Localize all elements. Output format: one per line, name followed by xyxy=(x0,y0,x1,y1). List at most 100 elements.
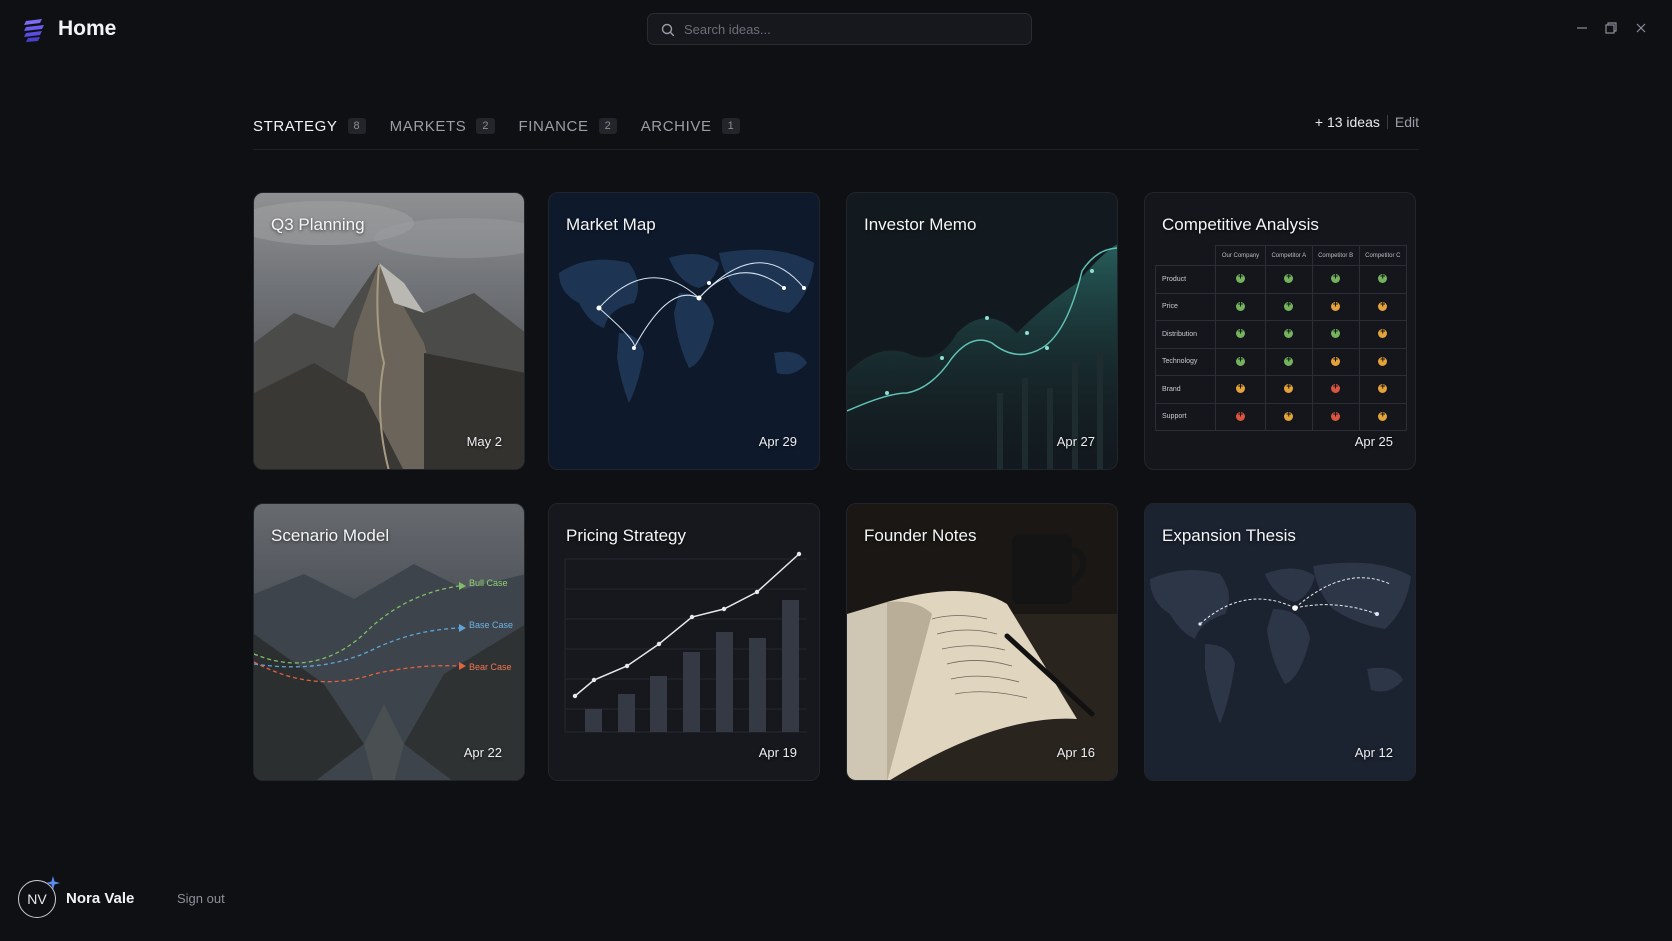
rating-fair-icon xyxy=(1378,326,1388,339)
table-row: Brand xyxy=(1155,375,1408,404)
table-cell xyxy=(1214,292,1267,321)
table-row: Price xyxy=(1155,292,1408,321)
table-row-label: Support xyxy=(1155,402,1216,431)
rating-good-icon xyxy=(1331,326,1341,339)
idea-card-pricing-strategy[interactable]: Pricing Strategy Apr 19 xyxy=(548,503,820,781)
table-row: Product xyxy=(1155,265,1408,294)
card-title: Scenario Model xyxy=(271,526,390,545)
tab-count-badge: 2 xyxy=(598,118,617,134)
tab-count-badge: 8 xyxy=(347,118,366,134)
table-corner xyxy=(1156,246,1216,266)
restore-icon[interactable] xyxy=(1603,20,1619,36)
rating-good-icon xyxy=(1236,299,1246,311)
category-tabs: STRATEGY 8 MARKETS 2 FINANCE 2 ARCHIVE 1 xyxy=(253,112,764,140)
idea-card-investor-memo[interactable]: Investor Memo Apr 27 xyxy=(846,192,1118,470)
rating-poor-icon xyxy=(1236,409,1246,421)
table-cell xyxy=(1265,320,1313,349)
table-cell xyxy=(1214,347,1267,376)
rating-good-icon xyxy=(1331,271,1341,284)
table-cell xyxy=(1311,292,1360,321)
tab-label: ARCHIVE xyxy=(640,117,712,135)
table-row-label: Technology xyxy=(1155,347,1216,376)
tab-count-badge: 2 xyxy=(476,118,495,134)
tab-count-badge: 1 xyxy=(721,118,740,134)
table-cell xyxy=(1311,265,1360,294)
table-cell xyxy=(1214,375,1267,404)
table-row-label: Distribution xyxy=(1155,320,1216,349)
rating-good-icon xyxy=(1284,299,1294,311)
table-row: Technology xyxy=(1155,347,1408,376)
table-column-header: Competitor C xyxy=(1358,245,1408,266)
rating-good-icon xyxy=(1236,326,1246,339)
edit-button[interactable]: Edit xyxy=(1395,114,1419,130)
minimize-icon[interactable] xyxy=(1574,20,1590,36)
card-title: Investor Memo xyxy=(864,215,977,234)
table-cell xyxy=(1358,347,1408,376)
idea-card-scenario-model[interactable]: Bull Case Base Case Bear Case Scenario M… xyxy=(253,503,525,781)
rating-fair-icon xyxy=(1331,354,1341,366)
rating-good-icon xyxy=(1378,271,1388,284)
table-cell xyxy=(1311,347,1360,376)
table-cell xyxy=(1358,265,1408,294)
close-icon[interactable] xyxy=(1633,20,1649,36)
idea-card-expansion-thesis[interactable]: Expansion Thesis Apr 12 xyxy=(1144,503,1416,781)
toolbar-separator xyxy=(1386,115,1388,129)
add-ideas-button[interactable]: + 13 ideas xyxy=(1315,114,1380,130)
table-cell xyxy=(1358,320,1408,349)
rating-good-icon xyxy=(1284,326,1294,339)
idea-card-q3-planning[interactable]: Q3 Planning May 2 xyxy=(253,192,525,470)
idea-card-competitive-analysis[interactable]: Competitive Analysis Our Company Competi… xyxy=(1144,192,1416,470)
sparkle-icon xyxy=(46,876,60,890)
table-cell xyxy=(1358,292,1408,321)
rating-fair-icon xyxy=(1378,354,1388,366)
idea-card-founder-notes[interactable]: Founder Notes Apr 16 xyxy=(846,503,1118,781)
bear-case-label: Bear Case xyxy=(469,662,512,672)
rating-fair-icon xyxy=(1378,409,1388,421)
tab-markets[interactable]: MARKETS 2 xyxy=(390,118,495,135)
bull-case-label: Bull Case xyxy=(469,578,508,588)
user-name: Nora Vale xyxy=(66,890,135,907)
idea-card-market-map[interactable]: Market Map Apr 29 xyxy=(548,192,820,470)
table-cell xyxy=(1311,320,1360,349)
page-title: Home xyxy=(58,17,117,40)
table-cell xyxy=(1311,375,1360,404)
table-cell xyxy=(1214,402,1267,431)
tabs-divider xyxy=(253,149,1419,150)
card-title: Pricing Strategy xyxy=(566,526,686,545)
table-column-header: Our Company xyxy=(1214,245,1267,266)
tab-strategy[interactable]: STRATEGY 8 xyxy=(253,118,366,135)
rating-fair-icon xyxy=(1378,381,1388,394)
rating-fair-icon xyxy=(1331,299,1341,311)
rating-good-icon xyxy=(1236,354,1246,366)
table-cell xyxy=(1358,402,1408,431)
tab-label: FINANCE xyxy=(518,117,589,135)
rating-fair-icon xyxy=(1284,409,1294,421)
search-icon xyxy=(661,23,675,37)
table-row: Support xyxy=(1155,402,1408,431)
avatar-initials: NV xyxy=(27,891,47,907)
rating-good-icon xyxy=(1284,271,1294,284)
card-title: Market Map xyxy=(566,215,656,234)
rating-good-icon xyxy=(1236,271,1246,284)
rating-poor-icon xyxy=(1331,381,1341,394)
table-row-label: Product xyxy=(1155,265,1216,294)
sign-out-button[interactable]: Sign out xyxy=(177,891,225,906)
tabs-toolbar: + 13 ideas Edit xyxy=(1315,114,1419,130)
top-bar: Home xyxy=(0,0,1672,60)
search-input[interactable] xyxy=(684,14,1024,44)
tab-finance[interactable]: FINANCE 2 xyxy=(519,118,617,135)
card-date: Apr 16 xyxy=(1056,745,1095,760)
table-row-label: Price xyxy=(1155,292,1216,321)
search-bar[interactable] xyxy=(647,13,1032,45)
tab-archive[interactable]: ARCHIVE 1 xyxy=(641,118,740,135)
card-date: Apr 22 xyxy=(463,745,502,760)
card-title: Expansion Thesis xyxy=(1162,526,1296,545)
rating-fair-icon xyxy=(1284,381,1294,394)
table-cell xyxy=(1214,265,1267,294)
table-cell xyxy=(1265,375,1313,404)
rating-good-icon xyxy=(1284,354,1294,366)
table-row-label: Brand xyxy=(1155,375,1216,404)
app-logo-icon xyxy=(24,19,44,42)
table-cell xyxy=(1214,320,1267,349)
table-cell xyxy=(1358,375,1408,404)
